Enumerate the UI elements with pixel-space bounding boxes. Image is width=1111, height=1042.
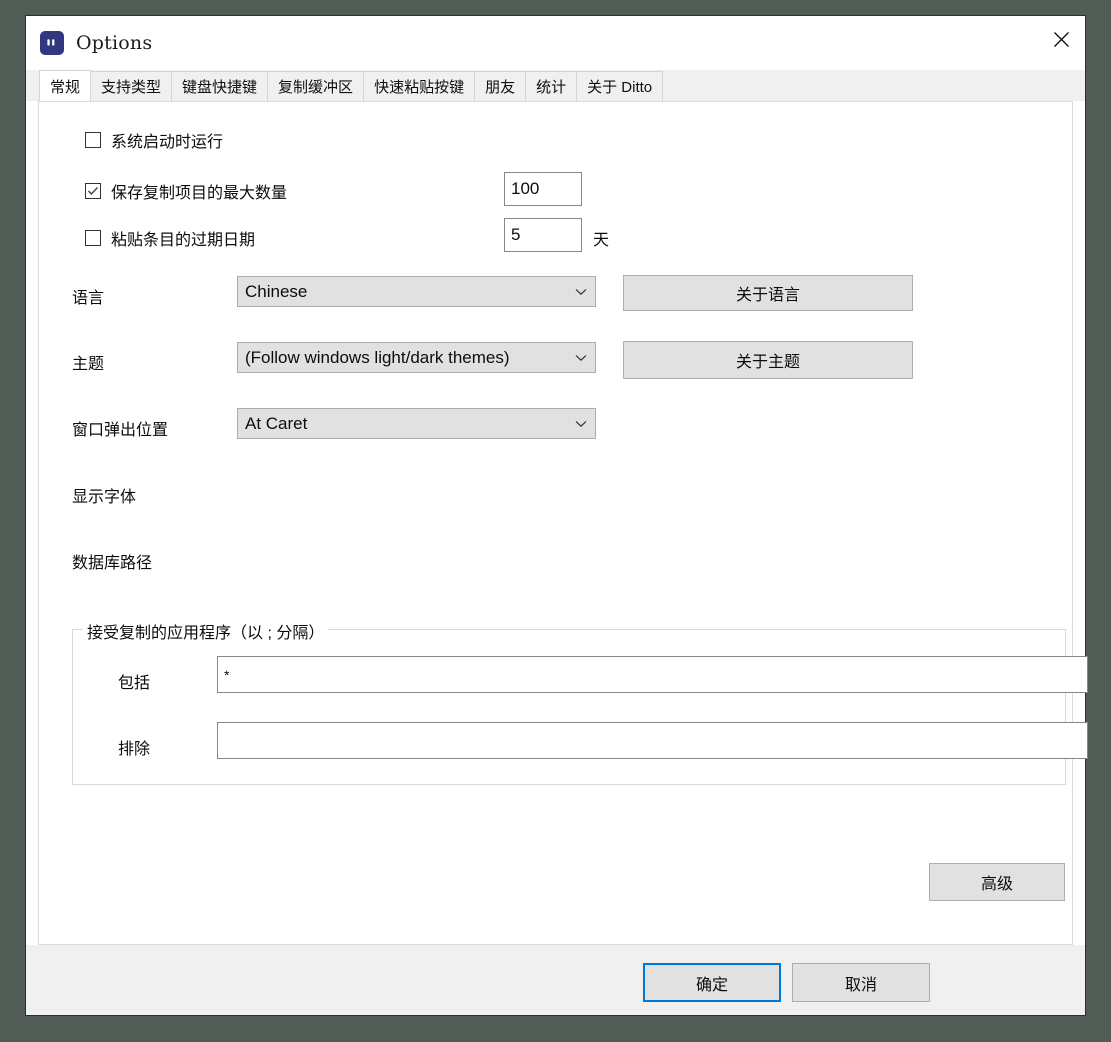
window-title: Options [76, 32, 152, 54]
tab-label: 朋友 [485, 76, 515, 97]
ok-button[interactable]: 确定 [643, 963, 781, 1002]
max-copy-items-label: 保存复制项目的最大数量 [111, 179, 287, 203]
include-apps-input[interactable] [217, 656, 1088, 693]
tab-general[interactable]: 常规 [39, 70, 91, 101]
max-copy-items-row[interactable]: 保存复制项目的最大数量 [85, 179, 287, 203]
language-label: 语言 [72, 284, 104, 308]
chevron-down-icon [567, 420, 595, 428]
about-language-button[interactable]: 关于语言 [623, 275, 913, 311]
close-icon[interactable] [1037, 16, 1085, 62]
language-select[interactable]: Chinese [237, 276, 596, 307]
database-path-label: 数据库路径 [72, 549, 152, 573]
tab-label: 常规 [50, 76, 80, 97]
expire-date-row[interactable]: 粘贴条目的过期日期 [85, 226, 255, 250]
advanced-button[interactable]: 高级 [929, 863, 1065, 901]
tab-label: 关于 Ditto [587, 76, 652, 97]
accept-copy-apps-group: 接受复制的应用程序（以 ; 分隔） 包括 排除 [72, 629, 1066, 785]
tab-supported-types[interactable]: 支持类型 [90, 71, 172, 101]
tab-friends[interactable]: 朋友 [474, 71, 526, 101]
tab-keyboard-shortcuts[interactable]: 键盘快捷键 [171, 71, 268, 101]
tab-label: 快速粘贴按键 [374, 76, 464, 97]
tab-statistics[interactable]: 统计 [525, 71, 577, 101]
tab-label: 复制缓冲区 [278, 76, 353, 97]
ditto-quote-icon [40, 31, 64, 55]
desktop-backdrop: Options 常规 支持类型 键盘快捷键 复制缓冲区 快速粘贴按键 [0, 0, 1111, 1042]
exclude-label: 排除 [118, 735, 150, 759]
tab-copy-buffers[interactable]: 复制缓冲区 [267, 71, 364, 101]
advanced-button-label: 高级 [981, 870, 1013, 894]
options-dialog-window: Options 常规 支持类型 键盘快捷键 复制缓冲区 快速粘贴按键 [25, 15, 1086, 1016]
accept-copy-apps-legend: 接受复制的应用程序（以 ; 分隔） [83, 619, 328, 643]
language-select-value: Chinese [238, 282, 567, 302]
about-language-button-label: 关于语言 [736, 281, 800, 305]
include-label: 包括 [118, 669, 150, 693]
expire-date-checkbox[interactable] [85, 230, 101, 246]
exclude-apps-input[interactable] [217, 722, 1088, 759]
dialog-footer: 确定 取消 [26, 945, 1085, 1015]
window-position-select-value: At Caret [238, 414, 567, 434]
tab-label: 支持类型 [101, 76, 161, 97]
tab-label: 键盘快捷键 [182, 76, 257, 97]
window-position-select[interactable]: At Caret [237, 408, 596, 439]
tab-label: 统计 [536, 76, 566, 97]
expire-date-label: 粘贴条目的过期日期 [111, 226, 255, 250]
run-on-startup-row[interactable]: 系统启动时运行 [85, 128, 223, 152]
general-tab-panel: 系统启动时运行 保存复制项目的最大数量 粘贴条目的过期日期 天 语言 [38, 101, 1073, 945]
about-theme-button[interactable]: 关于主题 [623, 341, 913, 379]
tab-quick-paste-keys[interactable]: 快速粘贴按键 [363, 71, 475, 101]
theme-select[interactable]: (Follow windows light/dark themes) [237, 342, 596, 373]
expire-days-input[interactable] [504, 218, 582, 252]
max-copy-items-checkbox[interactable] [85, 183, 101, 199]
theme-label: 主题 [72, 350, 104, 374]
ok-button-label: 确定 [696, 971, 728, 995]
tab-strip: 常规 支持类型 键盘快捷键 复制缓冲区 快速粘贴按键 朋友 统计 关于 Ditt… [26, 70, 1085, 101]
title-bar: Options [26, 16, 1085, 70]
max-copy-items-input[interactable] [504, 172, 582, 206]
theme-select-value: (Follow windows light/dark themes) [238, 348, 567, 368]
expire-days-unit-label: 天 [593, 226, 609, 250]
about-theme-button-label: 关于主题 [736, 348, 800, 372]
window-position-label: 窗口弹出位置 [72, 416, 168, 440]
display-font-label: 显示字体 [72, 483, 136, 507]
chevron-down-icon [567, 354, 595, 362]
cancel-button[interactable]: 取消 [792, 963, 930, 1002]
tab-about-ditto[interactable]: 关于 Ditto [576, 71, 663, 101]
cancel-button-label: 取消 [845, 971, 877, 995]
run-on-startup-label: 系统启动时运行 [111, 128, 223, 152]
run-on-startup-checkbox[interactable] [85, 132, 101, 148]
chevron-down-icon [567, 288, 595, 296]
